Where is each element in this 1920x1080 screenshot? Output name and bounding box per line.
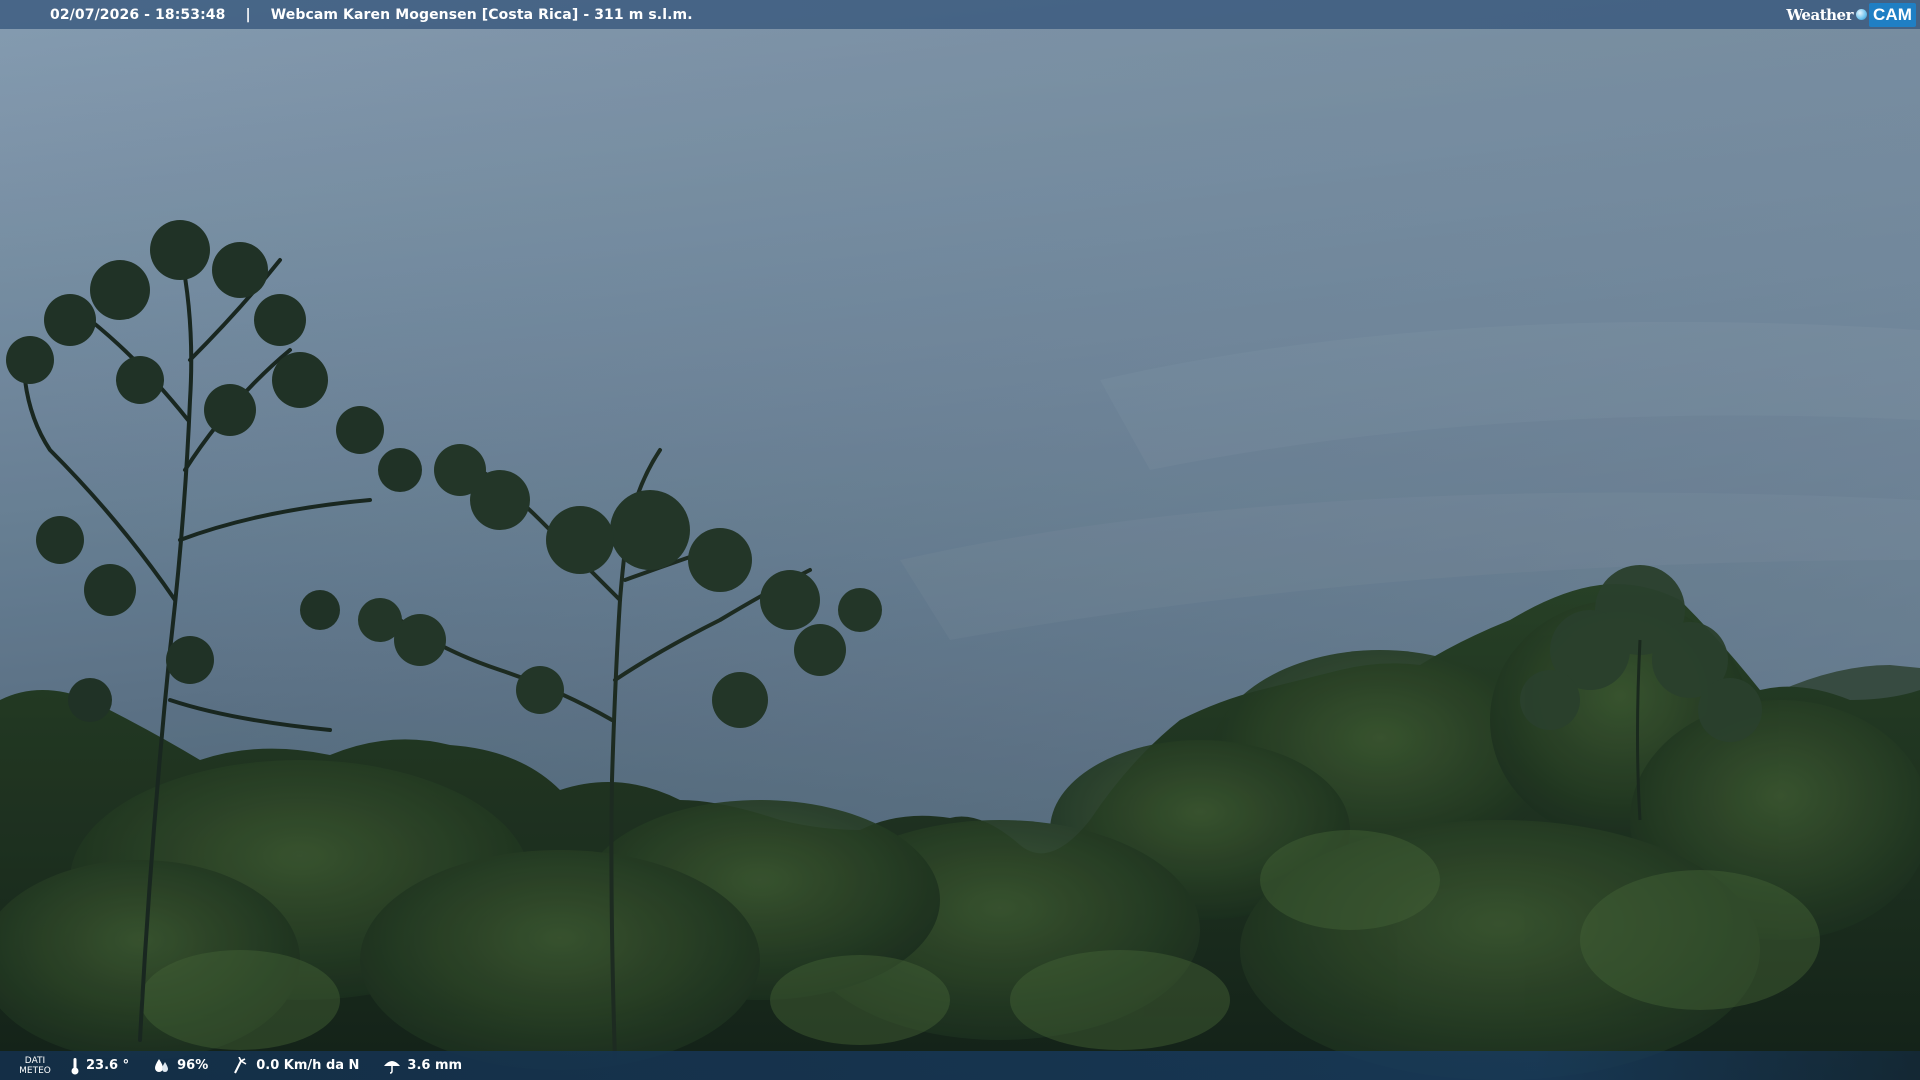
header-separator: | xyxy=(245,6,251,23)
wind-reading: 0.0 Km/h da N xyxy=(232,1056,360,1075)
logo-globe-icon xyxy=(1855,9,1867,20)
webcam-title: Webcam Karen Mogensen [Costa Rica] - 311… xyxy=(270,6,693,23)
webcam-image xyxy=(0,0,1920,1080)
temperature-value: 23.6 ° xyxy=(86,1058,130,1073)
webcam-frame: 02/07/2026 - 18:53:48 | Webcam Karen Mog… xyxy=(0,0,1920,1080)
humidity-value: 96% xyxy=(177,1058,209,1073)
logo-cam-text: CAM xyxy=(1868,2,1916,27)
dati-meteo-label: DATI METEO xyxy=(19,1055,51,1076)
thermometer-icon xyxy=(71,1057,79,1074)
wind-value: 0.0 Km/h da N xyxy=(256,1058,360,1073)
timestamp: 02/07/2026 - 18:53:48 xyxy=(50,6,226,23)
rain-value: 3.6 mm xyxy=(407,1058,463,1073)
rain-umbrella-icon xyxy=(384,1060,401,1074)
logo-weather-text: Weather xyxy=(1786,5,1853,24)
wind-icon xyxy=(234,1056,247,1073)
weathercam-logo[interactable]: Weather CAM xyxy=(1786,0,1920,29)
humidity-drop-icon xyxy=(155,1058,169,1072)
humidity-reading: 96% xyxy=(153,1058,208,1074)
rain-reading: 3.6 mm xyxy=(383,1058,462,1074)
temperature-reading: 23.6 ° xyxy=(70,1057,129,1075)
top-info-bar: 02/07/2026 - 18:53:48 | Webcam Karen Mog… xyxy=(0,0,1920,29)
weather-data-bar: DATI METEO 23.6 ° 96% 0.0 Km/h da N 3.6 … xyxy=(0,1051,1920,1080)
